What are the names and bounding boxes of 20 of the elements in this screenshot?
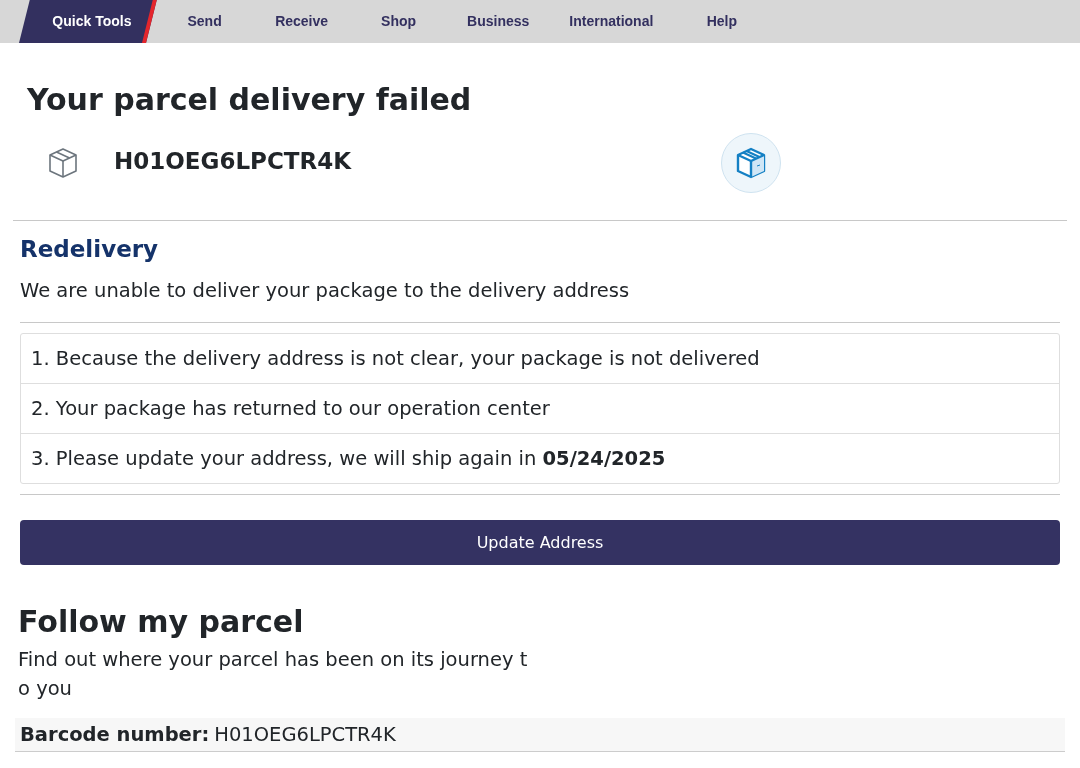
nav-tab[interactable]: Quick Tools	[19, 0, 157, 43]
reason-item: 2. Your package has returned to our operation center	[21, 383, 1059, 433]
barcode-value: H01OEG6LPCTR4K	[214, 721, 396, 748]
tracking-number: H01OEG6LPCTR4K	[114, 147, 352, 175]
section-title: Redelivery	[20, 235, 160, 264]
nav-tab[interactable]: Shop	[350, 0, 448, 43]
nav-tab[interactable]: International	[549, 0, 674, 43]
page-title: Your parcel delivery failed	[27, 82, 473, 118]
follow-description: Find out where your parcel has been on its journey to you	[18, 647, 529, 702]
nav-tab[interactable]: Help	[673, 0, 771, 43]
barcode-label: Barcode number:	[20, 721, 210, 748]
nav-tab[interactable]: Receive	[253, 0, 351, 43]
reason-item: 1. Because the delivery address is not clear, your package is not delivered	[30, 345, 761, 372]
reason-item: 3. Please update your address, we will ship again in 05/24/2025	[21, 433, 1059, 483]
nav-tab[interactable]: Send	[156, 0, 254, 43]
nav-tab[interactable]: Business	[447, 0, 550, 43]
section-title: Follow my parcel	[18, 604, 305, 640]
box-icon	[47, 147, 79, 179]
update-address-button[interactable]: Update Address	[20, 520, 1060, 565]
redelivery-message: We are unable to deliver your package to the delivery address	[20, 278, 631, 304]
